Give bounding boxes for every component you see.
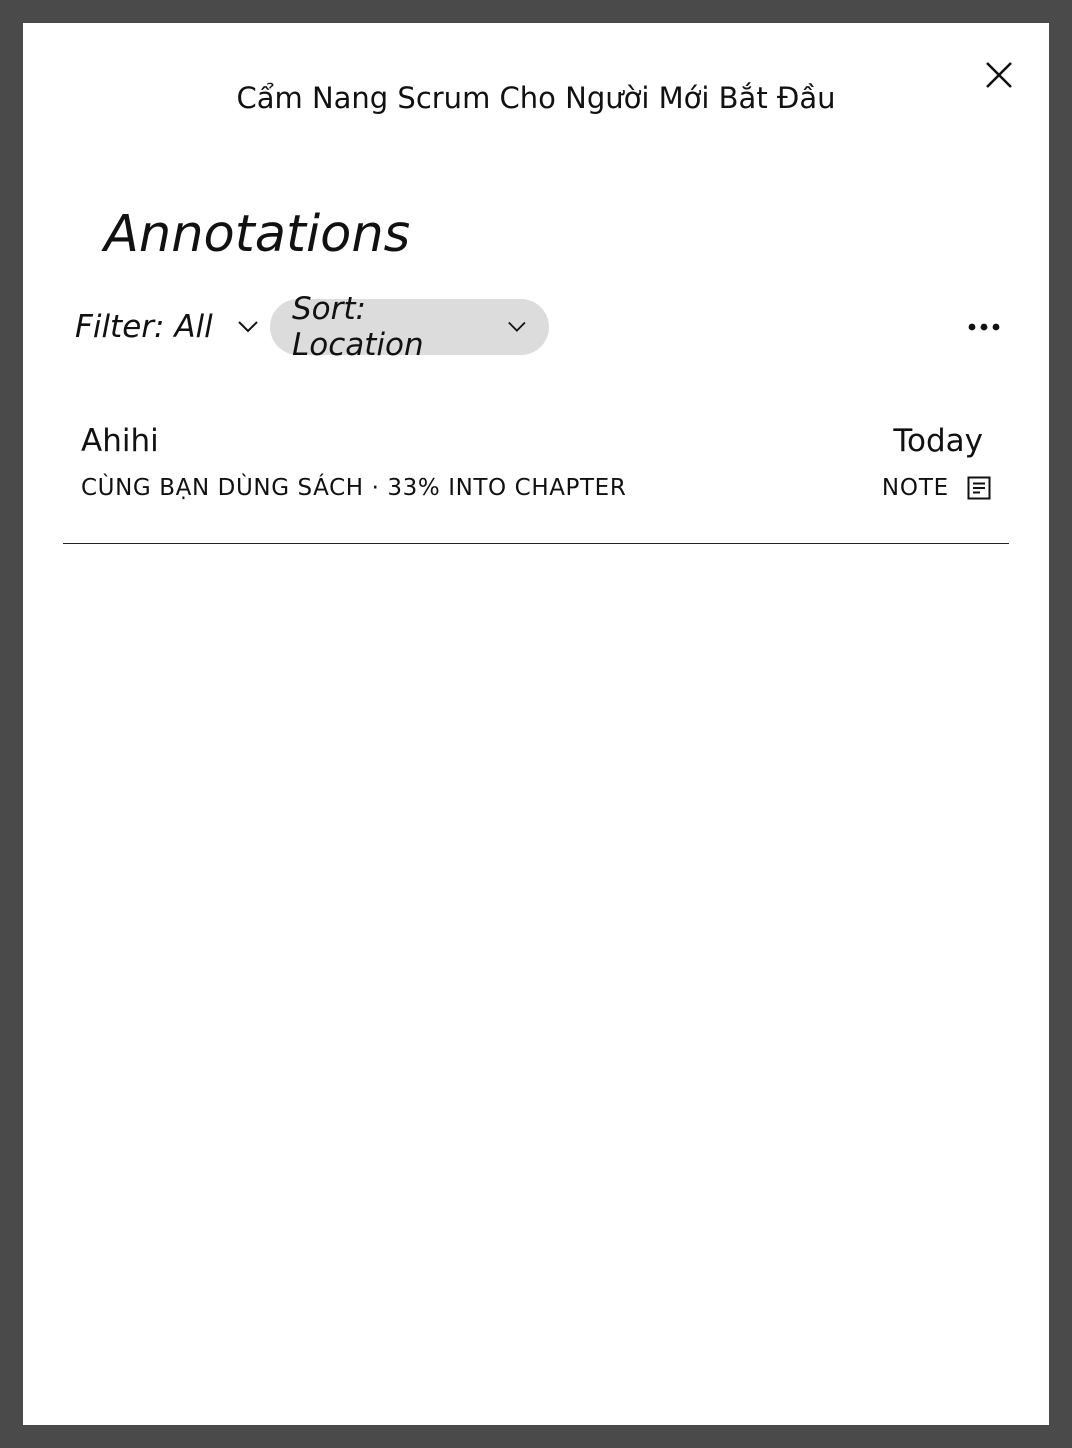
annotation-type-label: NOTE — [881, 475, 949, 501]
annotation-type: NOTE — [882, 473, 991, 503]
chevron-down-icon — [508, 321, 526, 332]
more-horizontal-icon — [968, 323, 1000, 331]
sort-label: Sort: Location — [292, 291, 424, 363]
sort-dropdown[interactable]: Sort: Location — [270, 291, 549, 363]
filter-bar: Filter: All Sort: Location — [23, 291, 1049, 363]
annotations-panel: Cẩm Nang Scrum Cho Người Mới Bắt Đầu Ann… — [23, 23, 1049, 1425]
note-icon — [967, 476, 991, 500]
annotation-text: Ahihi — [81, 423, 159, 459]
annotation-date: Today — [893, 423, 983, 459]
annotation-item[interactable]: Ahihi Today CÙNG BẠN DÙNG SÁCH · 33% INT… — [63, 403, 1009, 544]
page-title: Annotations — [104, 205, 411, 264]
close-button[interactable] — [977, 53, 1021, 97]
close-icon — [986, 62, 1012, 88]
annotation-location: CÙNG BẠN DÙNG SÁCH · 33% INTO CHAPTER — [81, 475, 627, 501]
more-options-button[interactable] — [959, 305, 1009, 349]
chevron-down-icon — [238, 321, 258, 333]
filter-dropdown[interactable]: Filter: All — [61, 299, 273, 355]
book-title: Cẩm Nang Scrum Cho Người Mới Bắt Đầu — [236, 81, 836, 115]
filter-label: Filter: All — [75, 309, 213, 345]
